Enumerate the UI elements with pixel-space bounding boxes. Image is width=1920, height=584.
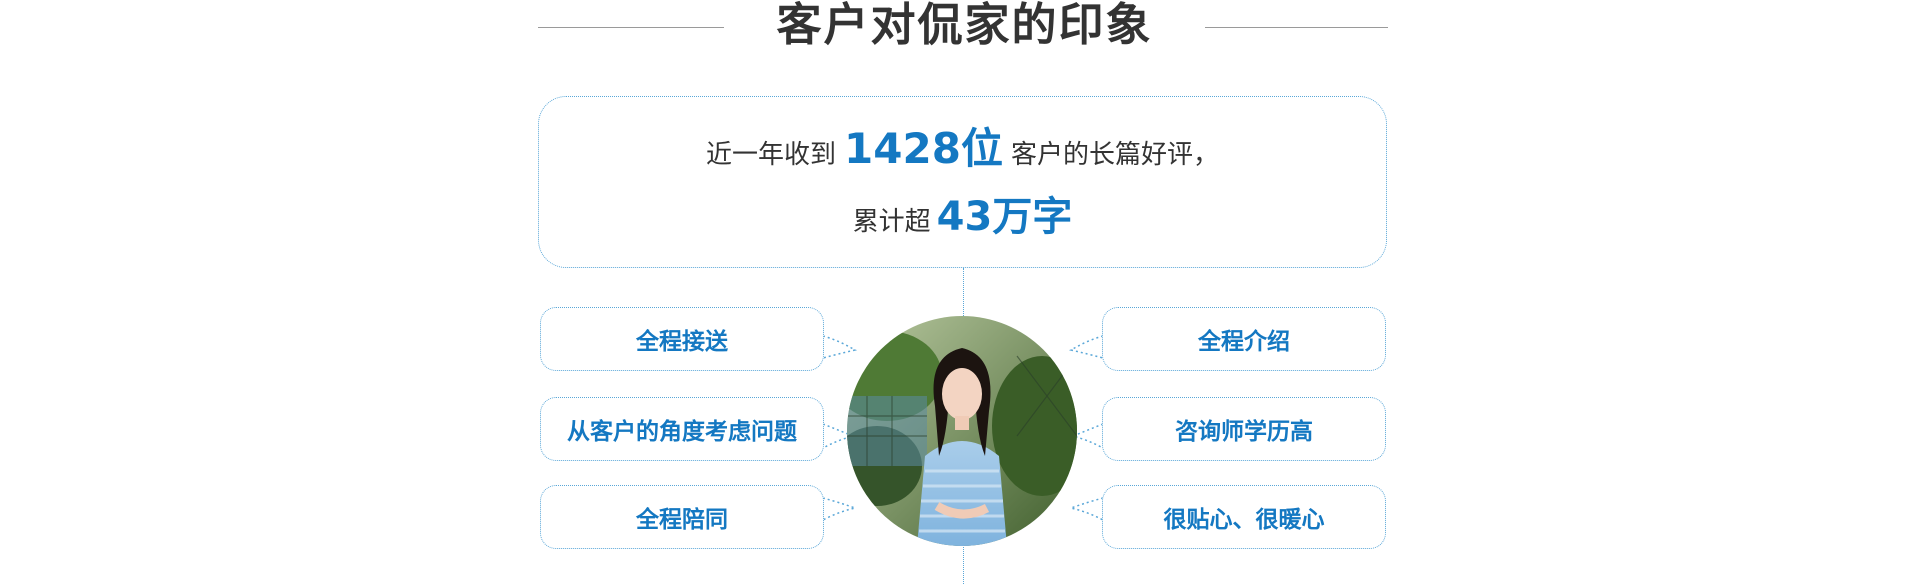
customer-photo xyxy=(847,316,1077,546)
comment-bubble-left-3: 全程陪同 xyxy=(540,485,824,549)
summary-line-2: 累计超 43万字 xyxy=(539,189,1386,250)
section-title: 客户对侃家的印象 xyxy=(776,0,1153,51)
title-divider-right xyxy=(1205,27,1388,28)
connector-line-top xyxy=(963,268,964,320)
summary-prefix-2: 累计超 xyxy=(852,207,931,237)
comment-bubble-left-1: 全程接送 xyxy=(540,307,824,371)
summary-line-1: 近一年收到 1428位 客户的长篇好评， xyxy=(539,119,1386,185)
comment-bubble-right-2: 咨询师学历高 xyxy=(1102,397,1386,461)
review-count: 1428位 xyxy=(844,124,1003,173)
title-divider-left xyxy=(538,27,724,28)
comment-bubble-right-1: 全程介绍 xyxy=(1102,307,1386,371)
comment-bubble-right-3: 很贴心、很暖心 xyxy=(1102,485,1386,549)
comment-bubble-left-2: 从客户的角度考虑问题 xyxy=(540,397,824,461)
word-count: 43万字 xyxy=(936,194,1073,240)
summary-suffix: 客户的长篇好评， xyxy=(1010,140,1219,170)
summary-prefix: 近一年收到 xyxy=(706,140,837,170)
summary-box: 近一年收到 1428位 客户的长篇好评， 累计超 43万字 xyxy=(538,96,1387,268)
connector-line-bottom xyxy=(963,540,964,584)
